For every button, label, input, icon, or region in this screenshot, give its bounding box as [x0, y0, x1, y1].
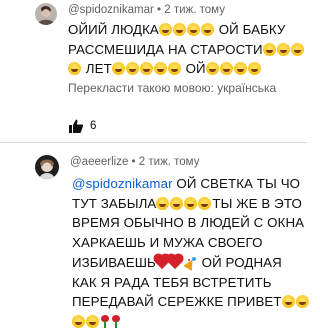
comment-time[interactable]: 2 тиж. тому	[139, 156, 200, 168]
comment-author[interactable]: @aeeerlize	[70, 156, 128, 168]
comment-meta: @aeeerlize • 2 тиж. тому	[70, 156, 200, 168]
comment-line: ПЕРЕДАВАЙ СЕРЕЖКЕ ПРИВЕТ	[72, 292, 309, 312]
comment-line: ТУТ ЗАБЫЛА ТЫ ЖЕ В ЭТО	[72, 195, 302, 211]
avatar[interactable]	[35, 155, 59, 179]
comment-line: ВРЕМЯ ОБЫЧНО В ЛЮДЕЙ С ОКНА	[72, 215, 305, 231]
avatar-image	[35, 155, 59, 179]
like-row: 6	[68, 118, 96, 134]
comment-author[interactable]: @spidoznikamar	[68, 4, 154, 16]
comment-line: РАССМЕШИДА НА СТАРОСТИ	[68, 40, 304, 60]
mention-link[interactable]: @spidoznikamar	[72, 176, 173, 191]
comment-line: ХАРКАЕШЬ И МУЖА СВОЕГО	[72, 235, 263, 251]
comment-text: ОЙИЙ ЛЮДКА ОЙ БАБКУ РАССМЕШИДА НА СТАРОС…	[68, 20, 304, 79]
like-count: 6	[90, 120, 97, 132]
thumbs-up-icon[interactable]	[68, 118, 84, 134]
comment-line: @spidoznikamar ОЙ СВЕТКА ТЫ ЧО	[72, 176, 301, 191]
translate-link[interactable]: Перекласти такою мовою: українська	[68, 81, 276, 95]
comment-line: ОЙИЙ ЛЮДКА ОЙ БАБКУ	[68, 22, 286, 37]
comment-line	[72, 312, 306, 332]
comment-time[interactable]: 2 тиж. тому	[164, 4, 225, 16]
comment-line: ИЗБИВАЕШЬ ОЙ РОДНАЯ	[72, 254, 282, 270]
comment-meta: @spidoznikamar • 2 тиж. тому	[68, 4, 225, 16]
comment-line: КАК Я РАДА ТЕБЯ ВСТРЕТИТЬ	[72, 274, 272, 290]
comment-line: ЛЕТ ОЙ	[68, 59, 304, 79]
avatar-image	[35, 3, 57, 25]
divider	[0, 142, 307, 143]
avatar[interactable]	[35, 3, 57, 25]
comment-text: @spidoznikamar ОЙ СВЕТКА ТЫ ЧО ТУТ ЗАБЫЛ…	[72, 174, 309, 332]
